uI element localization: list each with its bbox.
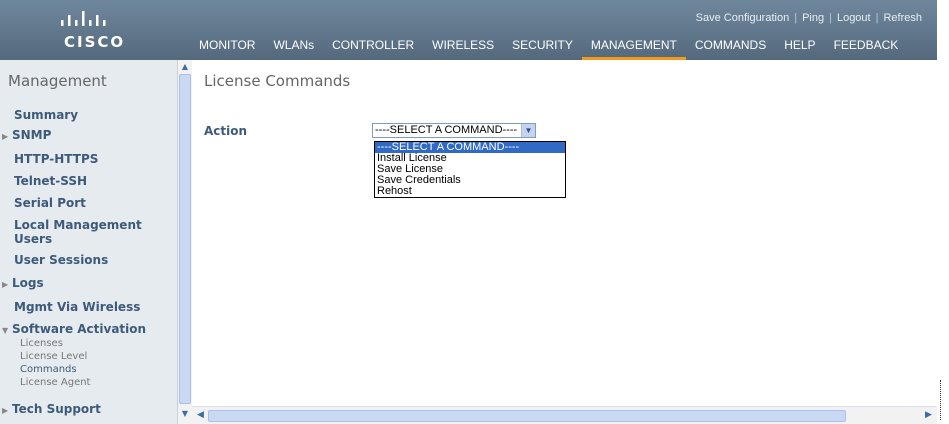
dropdown-option[interactable]: Rehost — [375, 186, 565, 197]
sidebar-item-summary[interactable]: Summary — [14, 108, 78, 122]
utility-links: Save Configuration | Ping | Logout | Refresh — [691, 12, 927, 24]
sidebar-item-logs[interactable]: ▶ Logs — [2, 276, 44, 290]
logout-link[interactable]: Logout — [832, 12, 876, 24]
sidebar-item-software-activation[interactable]: ▼ Software Activation — [2, 322, 146, 336]
nav-monitor[interactable]: MONITOR — [190, 36, 264, 60]
scrollbar-thumb[interactable] — [179, 74, 191, 404]
nav-controller[interactable]: CONTROLLER — [323, 36, 423, 60]
sidebar-item-label: Tech Support — [12, 402, 101, 416]
command-dropdown-list: ----SELECT A COMMAND---- Install License… — [374, 141, 566, 198]
scroll-up-icon[interactable]: ▲ — [179, 61, 191, 73]
sidebar-item-label: Local Management — [14, 218, 142, 232]
sidebar-item-mgmt-via-wireless[interactable]: Mgmt Via Wireless — [14, 300, 140, 314]
sidebar-scrollbar[interactable]: ▲ ▼ — [178, 60, 192, 424]
sidebar-item-snmp[interactable]: ▶ SNMP — [2, 128, 51, 142]
nav-security[interactable]: SECURITY — [503, 36, 582, 60]
nav-commands[interactable]: COMMANDS — [686, 36, 775, 60]
sidebar-item-user-sessions[interactable]: User Sessions — [14, 253, 108, 267]
sidebar-subitem-commands[interactable]: Commands — [20, 364, 77, 375]
expand-arrow-icon: ▶ — [2, 132, 9, 141]
figure-stamp — [940, 380, 944, 420]
horizontal-scrollbar[interactable]: ◀ ▶ — [192, 406, 937, 424]
top-bar: CISCO Save Configuration | Ping | Logout | Ref… — [0, 0, 937, 60]
chevron-down-icon[interactable]: ▼ — [521, 124, 535, 137]
sidebar: Management Summary ▶ SNMP HTTP-HTTPS Teln… — [0, 60, 178, 424]
nav-help[interactable]: HELP — [775, 36, 824, 60]
nav-feedback[interactable]: FEEDBACK — [825, 36, 908, 60]
sidebar-item-http-https[interactable]: HTTP-HTTPS — [14, 152, 98, 166]
sidebar-item-local-management[interactable]: Local Management Users — [14, 218, 142, 246]
sidebar-item-telnet-ssh[interactable]: Telnet-SSH — [14, 174, 87, 188]
sidebar-title: Management — [8, 72, 107, 90]
cisco-wordmark: CISCO — [64, 33, 126, 51]
save-configuration-link[interactable]: Save Configuration — [691, 12, 795, 24]
sidebar-subitem-license-agent[interactable]: License Agent — [20, 377, 90, 388]
expand-arrow-icon: ▶ — [2, 406, 9, 415]
sidebar-item-label: Logs — [12, 276, 44, 290]
refresh-link[interactable]: Refresh — [878, 12, 927, 24]
right-margin — [937, 0, 949, 424]
sidebar-item-serial-port[interactable]: Serial Port — [14, 196, 86, 210]
action-label: Action — [204, 124, 248, 138]
select-value: ----SELECT A COMMAND---- — [375, 124, 518, 136]
page-title: License Commands — [204, 72, 351, 90]
nav-wlans[interactable]: WLANs — [264, 36, 323, 60]
ping-link[interactable]: Ping — [797, 12, 829, 24]
sidebar-item-label: Software Activation — [12, 322, 147, 336]
sidebar-item-label: Users — [14, 232, 53, 246]
main-nav: MONITOR WLANs CONTROLLER WIRELESS SECURI… — [190, 36, 907, 60]
collapse-arrow-icon: ▼ — [2, 326, 9, 335]
sidebar-item-tech-support[interactable]: ▶ Tech Support — [2, 402, 101, 416]
scroll-left-icon[interactable]: ◀ — [194, 409, 207, 422]
nav-wireless[interactable]: WIRELESS — [423, 36, 503, 60]
cisco-bars-icon — [61, 11, 106, 26]
cisco-logo: CISCO — [60, 6, 140, 54]
expand-arrow-icon: ▶ — [2, 280, 9, 289]
main-content: License Commands Action ----SELECT A COM… — [192, 60, 937, 406]
scrollbar-thumb[interactable] — [208, 410, 846, 422]
sidebar-item-label: SNMP — [12, 128, 52, 142]
command-select[interactable]: ----SELECT A COMMAND---- ▼ — [372, 123, 536, 138]
scroll-down-icon[interactable]: ▼ — [179, 408, 191, 420]
nav-management[interactable]: MANAGEMENT — [581, 36, 686, 60]
sidebar-subitem-licenses[interactable]: Licenses — [20, 338, 63, 349]
scroll-right-icon[interactable]: ▶ — [922, 409, 935, 422]
sidebar-subitem-license-level[interactable]: License Level — [20, 351, 87, 362]
